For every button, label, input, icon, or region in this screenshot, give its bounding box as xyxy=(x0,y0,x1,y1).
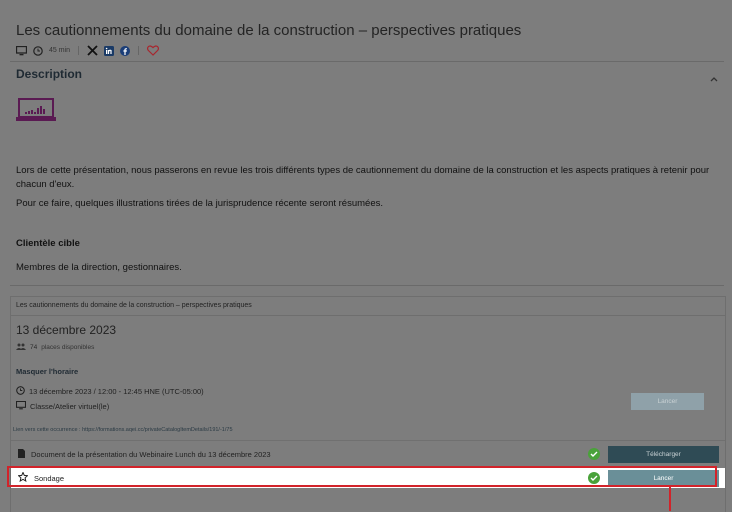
schedule-time-text: 13 décembre 2023 / 12:00 - 12:45 HNE (UT… xyxy=(29,387,204,396)
session-card: Les cautionnements du domaine de la cons… xyxy=(10,296,726,512)
list-item: Sondage Lancer xyxy=(11,468,725,488)
places-count: 74 xyxy=(30,344,38,351)
check-circle-icon xyxy=(588,448,600,460)
document-icon xyxy=(18,448,25,460)
launch-survey-button[interactable]: Lancer xyxy=(608,469,719,487)
course-meta: 45 min xyxy=(16,45,160,56)
highlight-pointer xyxy=(669,487,671,511)
session-card-title: Les cautionnements du domaine de la cons… xyxy=(16,302,252,309)
description-paragraph: Pour ce faire, quelques illustrations ti… xyxy=(16,198,383,209)
session-date: 13 décembre 2023 xyxy=(16,323,117,337)
heart-favorite-icon[interactable] xyxy=(147,45,160,56)
description-header[interactable]: Description xyxy=(10,62,724,84)
survey-star-icon xyxy=(17,471,29,484)
places-available: 74 places disponibles xyxy=(16,343,94,352)
monitor-icon xyxy=(16,45,27,56)
facebook-share-icon[interactable] xyxy=(120,45,131,56)
users-icon xyxy=(16,343,26,352)
chevron-up-icon[interactable] xyxy=(710,69,718,87)
divider xyxy=(11,440,725,441)
schedule-location-text: Classe/Atelier virtuel(le) xyxy=(30,402,110,411)
launch-session-button[interactable]: Lancer xyxy=(631,393,704,410)
description-paragraph: Lors de cette présentation, nous passero… xyxy=(16,165,710,190)
duration-text: 45 min xyxy=(49,47,71,54)
list-item: Document de la présentation du Webinaire… xyxy=(11,444,725,464)
schedule-location: Classe/Atelier virtuel(le) xyxy=(15,400,110,412)
target-audience-heading: Clientèle cible xyxy=(16,238,80,249)
clock-icon xyxy=(16,386,25,397)
target-audience-text: Membres de la direction, gestionnaires. xyxy=(16,262,182,273)
document-title: Document de la présentation du Webinaire… xyxy=(31,449,271,459)
description-heading: Description xyxy=(16,67,83,81)
session-card-header: Les cautionnements du domaine de la cons… xyxy=(11,297,725,316)
divider xyxy=(10,285,724,286)
page: Les cautionnements du domaine de la cons… xyxy=(0,0,732,512)
schedule-time: 13 décembre 2023 / 12:00 - 12:45 HNE (UT… xyxy=(16,386,204,397)
survey-title: Sondage xyxy=(34,473,65,483)
list-item-label: Sondage xyxy=(17,471,65,484)
divider xyxy=(138,46,140,55)
download-button[interactable]: Télécharger xyxy=(608,445,719,463)
occurrence-link[interactable]: Lien vers cette occurrence : https://for… xyxy=(13,427,233,433)
monitor-icon xyxy=(15,400,27,412)
laptop-chart-icon xyxy=(16,98,56,127)
clock-icon xyxy=(33,45,43,56)
page-title: Les cautionnements du domaine de la cons… xyxy=(16,22,522,39)
list-item-label: Document de la présentation du Webinaire… xyxy=(18,448,271,460)
divider xyxy=(78,46,80,55)
toggle-schedule-link[interactable]: Masquer l'horaire xyxy=(16,367,78,376)
x-share-icon[interactable] xyxy=(87,45,98,56)
check-circle-icon xyxy=(588,472,600,484)
places-label: places disponibles xyxy=(41,344,95,351)
linkedin-share-icon[interactable] xyxy=(104,45,115,56)
